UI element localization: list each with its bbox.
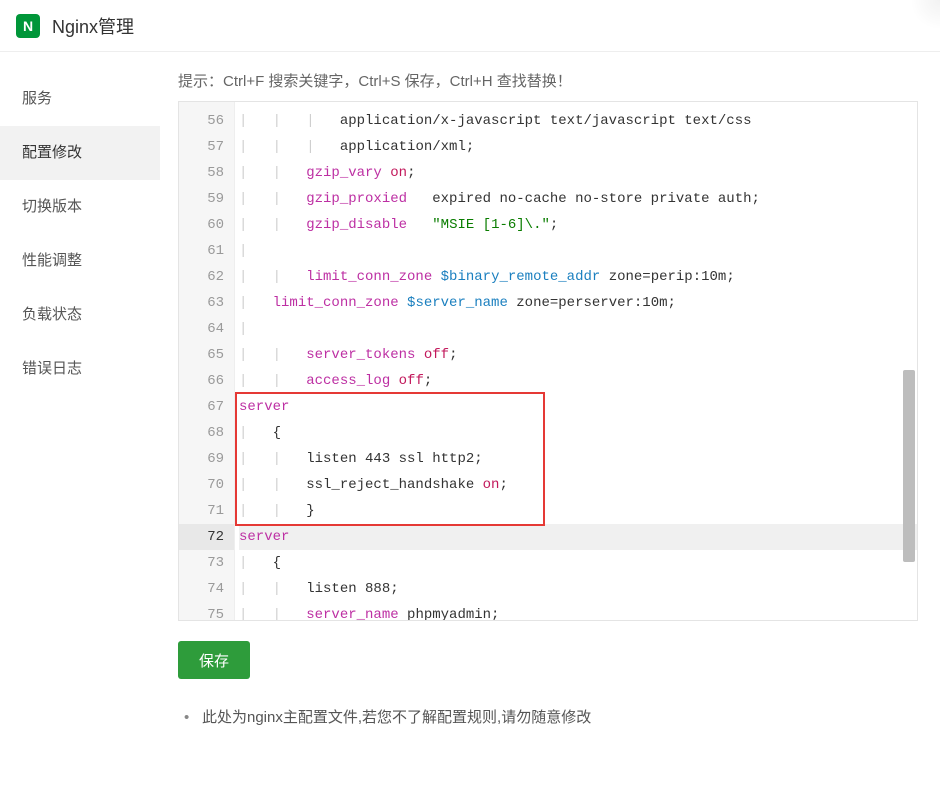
sidebar-item-5[interactable]: 错误日志 [0, 342, 160, 396]
vertical-scrollbar[interactable] [901, 104, 915, 618]
code-line-60[interactable]: | | gzip_disable "MSIE [1-6]\."; [239, 212, 917, 238]
body: 服务配置修改切换版本性能调整负载状态错误日志 提示：Ctrl+F 搜索关键字，C… [0, 52, 940, 803]
scroll-thumb[interactable] [903, 370, 915, 562]
gutter-line: 63 [179, 290, 224, 316]
code-line-73[interactable]: | { [239, 550, 917, 576]
gutter-line: 56 [179, 108, 224, 134]
sidebar-item-0[interactable]: 服务 [0, 72, 160, 126]
gutter-line: 62 [179, 264, 224, 290]
code-line-58[interactable]: | | gzip_vary on; [239, 160, 917, 186]
code-editor[interactable]: 5657585960616263646566676869707172737475… [178, 101, 918, 621]
gutter-line: 72 [179, 524, 234, 550]
code-line-75[interactable]: | | server_name phpmyadmin; [239, 602, 917, 620]
page-title: Nginx管理 [52, 13, 134, 39]
code-line-56[interactable]: | | | application/x-javascript text/java… [239, 108, 917, 134]
gutter-line: 64 [179, 316, 224, 342]
code-line-61[interactable]: | [239, 238, 917, 264]
gutter-line: 59 [179, 186, 224, 212]
code-line-67[interactable]: server [239, 394, 917, 420]
gutter-line: 65 [179, 342, 224, 368]
save-button[interactable]: 保存 [178, 641, 250, 679]
gutter-line: 75 [179, 602, 224, 621]
code-line-68[interactable]: | { [239, 420, 917, 446]
gutter-line: 73 [179, 550, 224, 576]
gutter-line: 67 [179, 394, 224, 420]
sidebar-item-1[interactable]: 配置修改 [0, 126, 160, 180]
hint-text: 提示：Ctrl+F 搜索关键字，Ctrl+S 保存，Ctrl+H 查找替换！ [178, 70, 918, 91]
gutter-line: 66 [179, 368, 224, 394]
code-line-62[interactable]: | | limit_conn_zone $binary_remote_addr … [239, 264, 917, 290]
gutter-line: 70 [179, 472, 224, 498]
code-line-72[interactable]: server [239, 524, 917, 550]
nginx-logo-icon: N [16, 14, 40, 38]
sidebar: 服务配置修改切换版本性能调整负载状态错误日志 [0, 52, 160, 803]
code-line-57[interactable]: | | | application/xml; [239, 134, 917, 160]
code-line-66[interactable]: | | access_log off; [239, 368, 917, 394]
code-line-63[interactable]: | limit_conn_zone $server_name zone=pers… [239, 290, 917, 316]
notes: 此处为nginx主配置文件,若您不了解配置规则,请勿随意修改 [178, 707, 918, 729]
code-line-71[interactable]: | | } [239, 498, 917, 524]
code-line-70[interactable]: | | ssl_reject_handshake on; [239, 472, 917, 498]
sidebar-item-2[interactable]: 切换版本 [0, 180, 160, 234]
gutter-line: 71 [179, 498, 224, 524]
app-root: N Nginx管理 服务配置修改切换版本性能调整负载状态错误日志 提示：Ctrl… [0, 0, 940, 803]
gutter-line: 60 [179, 212, 224, 238]
gutter-line: 68 [179, 420, 224, 446]
line-gutter: 5657585960616263646566676869707172737475 [179, 102, 235, 620]
gutter-line: 74 [179, 576, 224, 602]
gutter-line: 58 [179, 160, 224, 186]
code-line-74[interactable]: | | listen 888; [239, 576, 917, 602]
code-area[interactable]: | | | application/x-javascript text/java… [235, 102, 917, 620]
gutter-line: 69 [179, 446, 224, 472]
note-item: 此处为nginx主配置文件,若您不了解配置规则,请勿随意修改 [184, 707, 918, 729]
code-line-65[interactable]: | | server_tokens off; [239, 342, 917, 368]
header: N Nginx管理 [0, 0, 940, 52]
corner-shadow [910, 0, 940, 30]
code-line-64[interactable]: | [239, 316, 917, 342]
gutter-line: 57 [179, 134, 224, 160]
code-line-59[interactable]: | | gzip_proxied expired no-cache no-sto… [239, 186, 917, 212]
sidebar-item-4[interactable]: 负载状态 [0, 288, 160, 342]
sidebar-item-3[interactable]: 性能调整 [0, 234, 160, 288]
code-line-69[interactable]: | | listen 443 ssl http2; [239, 446, 917, 472]
content: 提示：Ctrl+F 搜索关键字，Ctrl+S 保存，Ctrl+H 查找替换！ 5… [160, 52, 940, 803]
gutter-line: 61 [179, 238, 224, 264]
